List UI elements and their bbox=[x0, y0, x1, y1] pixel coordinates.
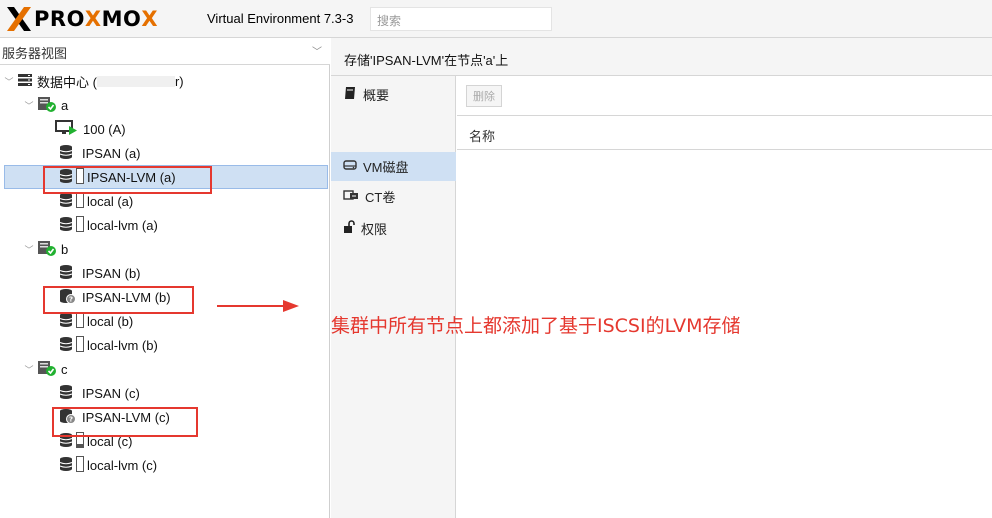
document-icon bbox=[76, 455, 84, 475]
annotation-arrow-icon bbox=[217, 300, 299, 312]
redacted-region bbox=[96, 75, 175, 87]
tree-item-storage-local-lvm[interactable]: local-lvm (b) bbox=[0, 333, 330, 357]
database-icon bbox=[58, 144, 74, 163]
toolbar: 删除 bbox=[457, 76, 992, 116]
panel-title: 存储'IPSAN-LVM'在节点'a'上 bbox=[344, 53, 509, 68]
document-icon bbox=[76, 191, 84, 211]
highlight-box-c bbox=[52, 407, 198, 437]
tree-item-vm-100[interactable]: 100 (A) bbox=[0, 117, 330, 141]
book-icon bbox=[343, 86, 357, 103]
highlight-box-b bbox=[43, 286, 194, 314]
delete-button[interactable]: 删除 bbox=[466, 85, 502, 107]
database-icon bbox=[58, 192, 74, 211]
tree-item-node-b[interactable]: ﹀ b bbox=[0, 237, 330, 261]
nav-item-permissions[interactable]: 权限 bbox=[331, 214, 456, 243]
datacenter-icon bbox=[17, 73, 33, 90]
nav-item-vm-disks[interactable]: VM磁盘 bbox=[331, 152, 456, 181]
document-icon bbox=[76, 335, 84, 355]
database-icon bbox=[58, 336, 74, 355]
resource-tree-panel: 服务器视图 ﹀ ﹀ 数据中心 ( r) ﹀ a 100 (A) IPSAN (a… bbox=[0, 38, 330, 518]
ct-volume-icon bbox=[343, 189, 359, 204]
proxmox-x-icon bbox=[6, 6, 32, 32]
panel-title-bar: 存储'IPSAN-LVM'在节点'a'上 bbox=[331, 38, 992, 76]
collapse-icon[interactable]: ﹀ bbox=[24, 99, 34, 112]
unlock-icon bbox=[343, 220, 355, 237]
database-icon bbox=[58, 456, 74, 475]
view-selector[interactable]: 服务器视图 ﹀ bbox=[0, 38, 330, 65]
tree-item-storage[interactable]: IPSAN (c) bbox=[0, 381, 330, 405]
nav-item-summary[interactable]: 概要 bbox=[331, 80, 456, 109]
annotation-text: 集群中所有节点上都添加了基于ISCSI的LVM存储 bbox=[331, 315, 741, 337]
tree-item-storage[interactable]: IPSAN (a) bbox=[0, 141, 330, 165]
database-icon bbox=[58, 312, 74, 331]
hdd-icon bbox=[343, 159, 357, 174]
collapse-icon[interactable]: ﹀ bbox=[24, 363, 34, 376]
tree-item-storage-local-lvm[interactable]: local-lvm (a) bbox=[0, 213, 330, 237]
database-icon bbox=[58, 264, 74, 283]
logo-wordmark: PR O X M O X bbox=[34, 7, 159, 31]
highlight-box-a bbox=[43, 166, 212, 194]
top-header: PR O X M O X Virtual Environment 7.3-3 搜索 bbox=[0, 0, 992, 38]
tree-item-storage-local-lvm[interactable]: local-lvm (c) bbox=[0, 453, 330, 477]
node-online-icon bbox=[37, 240, 57, 259]
node-online-icon bbox=[37, 360, 57, 379]
grid-column-header[interactable]: 名称 bbox=[457, 117, 992, 150]
document-icon bbox=[76, 215, 84, 235]
proxmox-logo[interactable]: PR O X M O X bbox=[6, 4, 158, 34]
collapse-icon[interactable]: ﹀ bbox=[4, 75, 14, 88]
content-panel: 存储'IPSAN-LVM'在节点'a'上 概要 VM磁盘 CT卷 权限 删除 名… bbox=[331, 38, 992, 518]
collapse-icon[interactable]: ﹀ bbox=[24, 243, 34, 256]
version-label: Virtual Environment 7.3-3 bbox=[207, 11, 354, 26]
database-icon bbox=[58, 216, 74, 235]
vm-running-icon bbox=[55, 119, 79, 139]
document-icon bbox=[76, 311, 84, 331]
vm-disks-content: 删除 名称 bbox=[457, 76, 992, 518]
chevron-down-icon: ﹀ bbox=[312, 47, 322, 58]
node-online-icon bbox=[37, 96, 57, 115]
search-input[interactable]: 搜索 bbox=[370, 7, 552, 31]
tree-item-storage[interactable]: IPSAN (b) bbox=[0, 261, 330, 285]
nav-item-ct-volumes[interactable]: CT卷 bbox=[331, 182, 456, 211]
tree-item-node-a[interactable]: ﹀ a bbox=[0, 93, 330, 117]
tree-item-node-c[interactable]: ﹀ c bbox=[0, 357, 330, 381]
column-name-header: 名称 bbox=[469, 129, 496, 144]
database-icon bbox=[58, 384, 74, 403]
storage-nav: 概要 VM磁盘 CT卷 权限 bbox=[331, 76, 456, 518]
tree-item-datacenter[interactable]: ﹀ 数据中心 ( r) bbox=[0, 69, 330, 93]
